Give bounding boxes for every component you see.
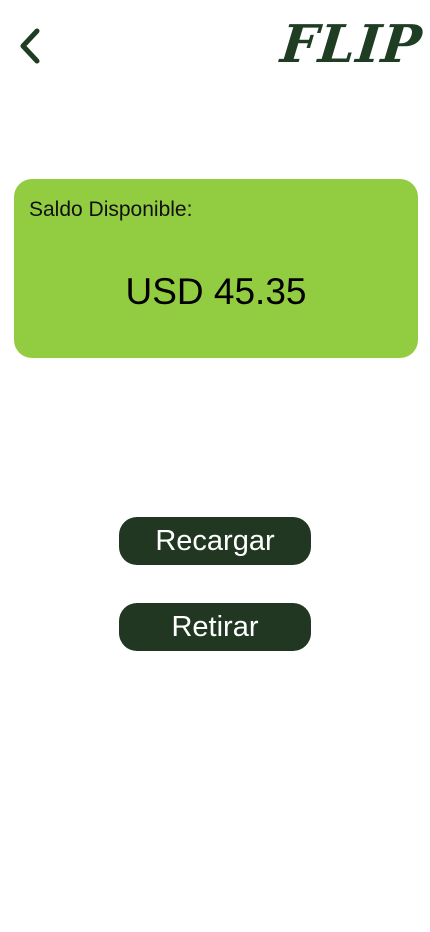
back-button[interactable] (12, 26, 48, 66)
app-logo: FLIP (277, 14, 426, 75)
recharge-button[interactable]: Recargar (119, 517, 311, 565)
chevron-left-icon (20, 28, 40, 64)
balance-card: Saldo Disponible: USD 45.35 (14, 179, 418, 358)
balance-label: Saldo Disponible: (29, 198, 193, 221)
balance-amount: USD 45.35 (125, 271, 307, 312)
withdraw-button[interactable]: Retirar (119, 603, 311, 651)
